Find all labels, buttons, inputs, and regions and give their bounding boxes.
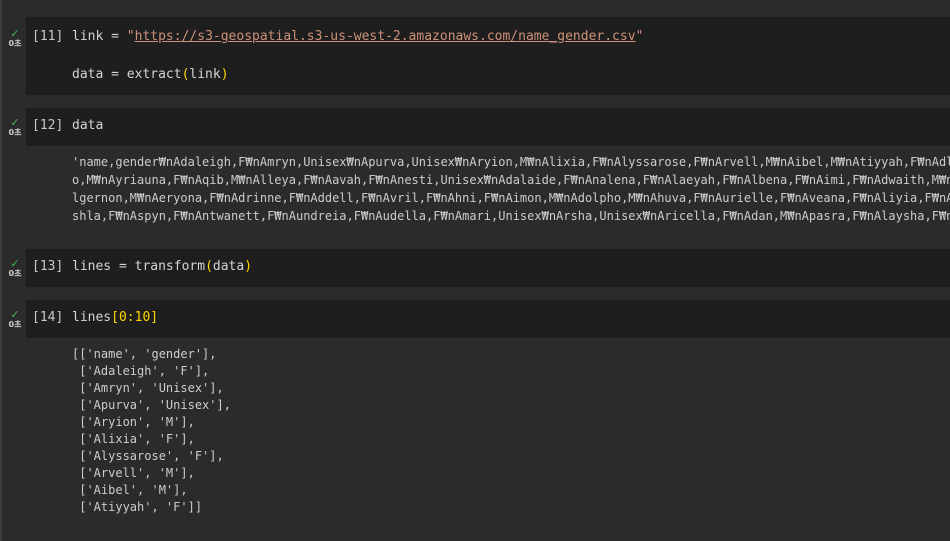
execution-count: [12] [32,118,64,133]
cell-output: 'name,gender₩nAdaleigh,F₩nAmryn,Unisex₩n… [72,154,950,226]
check-icon: ✓ [10,257,20,270]
cell-status: ✓ 0초 [6,257,24,279]
output-line: o,M₩nAyriauna,F₩nAqib,M₩nAlleya,F₩nAavah… [72,173,950,187]
output-line: ['Apurva', 'Unisex'], [72,398,231,412]
code-cell-13[interactable]: ✓ 0초 [13] lines = transform(data) [0,249,950,287]
cell-status: ✓ 0초 [6,308,24,330]
cell-input[interactable]: [11] link = "https://s3-geospatial.s3-us… [26,17,950,95]
cell-status: ✓ 0초 [6,27,24,49]
cell-input[interactable]: [14] lines[0:10] [26,300,950,338]
code-token: data = extract [72,67,182,82]
output-line: ['Arvell', 'M'], [72,466,195,480]
code-cell-12[interactable]: ✓ 0초 [12] data 'name,gender₩nAdaleigh,F₩… [0,108,950,233]
cell-status: ✓ 0초 [6,116,24,138]
code-cell-11[interactable]: ✓ 0초 [11] link = "https://s3-geospatial.… [0,17,950,95]
bracket-slice: [0:10] [111,310,159,325]
check-icon: ✓ [10,27,20,40]
output-line: ['Atiyyah', 'F']] [72,500,203,514]
check-icon: ✓ [10,116,20,129]
notebook: ✓ 0초 [11] link = "https://s3-geospatial.… [0,0,950,541]
output-line: [['name', 'gender'], [72,347,217,361]
code-token: lines = transform [72,259,206,274]
output-line: ['Amryn', 'Unisex'], [72,381,224,395]
string-quote: " [635,29,644,44]
check-icon: ✓ [10,308,20,321]
code-line-1[interactable]: lines[0:10] [72,310,158,326]
code-line-1[interactable]: link = "https://s3-geospatial.s3-us-west… [72,29,643,45]
output-line: lgernon,M₩nAeryona,F₩nAdrinne,F₩nAddell,… [72,191,950,205]
code-token: link [189,67,221,82]
string-quote: " [126,29,135,44]
execution-time: 0초 [8,39,22,48]
paren: ( [205,259,213,274]
output-line: ['Aibel', 'M'], [72,483,188,497]
cell-output: [['name', 'gender'], ['Adaleigh', 'F'], … [72,346,950,524]
output-line: ['Adaleigh', 'F'], [72,364,210,378]
execution-count: [11] [32,29,64,44]
output-line: ['Alyssarose', 'F'], [72,449,224,463]
code-token: link = [72,29,127,44]
code-line-1[interactable]: lines = transform(data) [72,259,252,275]
execution-count: [13] [32,259,64,274]
paren: ) [220,67,229,82]
code-token: lines [72,310,112,325]
code-line-2[interactable]: data = extract(link) [72,67,229,83]
execution-time: 0초 [8,320,22,329]
cell-input[interactable]: [12] data [26,108,950,146]
code-cell-14[interactable]: ✓ 0초 [14] lines[0:10] [['name', 'gender'… [0,300,950,530]
code-token: data [212,259,245,274]
execution-time: 0초 [8,128,22,137]
paren: ) [244,259,253,274]
output-line: 'name,gender₩nAdaleigh,F₩nAmryn,Unisex₩n… [72,155,950,169]
url-link[interactable]: https://s3-geospatial.s3-us-west-2.amazo… [135,29,636,44]
output-line: ['Aryion', 'M'], [72,415,195,429]
output-line: ['Alixia', 'F'], [72,432,195,446]
output-line: shla,F₩nAspyn,F₩nAntwanett,F₩nAundreia,F… [72,209,950,223]
cell-input[interactable]: [13] lines = transform(data) [26,249,950,287]
execution-time: 0초 [8,269,22,278]
execution-count: [14] [32,310,64,325]
code-line-1[interactable]: data [72,118,103,134]
